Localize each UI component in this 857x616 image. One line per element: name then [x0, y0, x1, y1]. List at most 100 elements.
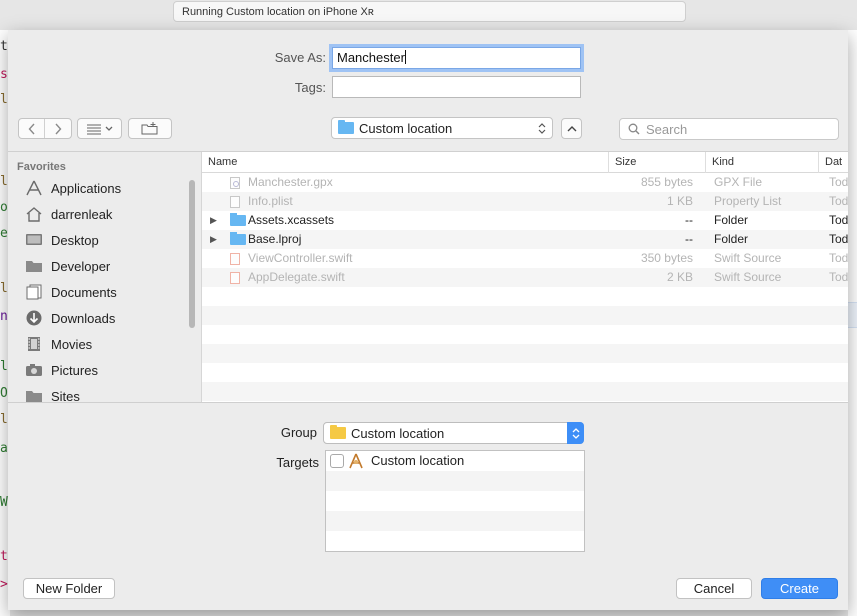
target-label: Custom location — [371, 453, 465, 468]
file-name: ViewController.swift — [248, 251, 353, 265]
targets-list: Custom location — [325, 450, 585, 552]
sidebar-item-label: darrenleak — [51, 206, 113, 222]
view-options-button[interactable] — [77, 118, 122, 139]
code-fragment: W — [0, 495, 8, 510]
gpx-file-icon — [230, 177, 240, 189]
folder-icon — [24, 388, 44, 402]
file-list: Name Size Kind Dat Manchester.gpx 855 by… — [201, 152, 848, 402]
background-titlebar: Running Custom location on iPhone Xʀ — [0, 0, 857, 30]
sidebar-item-home[interactable]: darrenleak — [24, 201, 112, 227]
run-status-bar: Running Custom location on iPhone Xʀ — [173, 1, 686, 22]
folder-icon — [24, 258, 44, 274]
sidebar-item-applications[interactable]: Applications — [24, 175, 121, 201]
file-row[interactable]: Manchester.gpx 855 bytes GPX File Tod — [202, 173, 848, 192]
file-row[interactable]: AppDelegate.swift 2 KB Swift Source Tod — [202, 268, 848, 287]
file-date: Tod — [829, 270, 848, 284]
file-date: Tod — [829, 194, 848, 208]
sidebar-scrollbar[interactable] — [189, 180, 195, 328]
folder-icon — [230, 213, 246, 226]
home-icon — [24, 206, 44, 222]
cancel-button[interactable]: Cancel — [676, 578, 752, 599]
location-popup[interactable]: Custom location — [331, 117, 553, 139]
back-icon[interactable] — [19, 119, 46, 138]
file-name: Assets.xcassets — [248, 213, 335, 227]
file-row[interactable]: ViewController.swift 350 bytes Swift Sou… — [202, 249, 848, 268]
sidebar-item-desktop[interactable]: Desktop — [24, 227, 99, 253]
new-folder-button[interactable]: New Folder — [23, 578, 115, 599]
sidebar-item-sites[interactable]: Sites — [24, 383, 80, 402]
code-fragment: n — [0, 309, 8, 324]
file-row[interactable]: ▶ Assets.xcassets -- Folder Tod — [202, 211, 848, 230]
file-kind: GPX File — [714, 175, 763, 189]
empty-row — [202, 382, 848, 401]
sidebar-item-downloads[interactable]: Downloads — [24, 305, 115, 331]
code-fragment: e — [0, 226, 8, 241]
disclosure-triangle-icon[interactable]: ▶ — [210, 211, 217, 230]
forward-icon[interactable] — [45, 119, 71, 138]
file-name: Manchester.gpx — [248, 175, 333, 189]
create-button[interactable]: Create — [761, 578, 838, 599]
file-date: Tod — [829, 175, 848, 189]
empty-row — [326, 491, 584, 511]
file-date: Tod — [829, 232, 848, 246]
sidebar-item-movies[interactable]: Movies — [24, 331, 92, 357]
search-placeholder: Search — [646, 121, 688, 137]
empty-row — [202, 306, 848, 325]
file-size: 350 bytes — [640, 251, 693, 265]
file-name: AppDelegate.swift — [248, 270, 345, 284]
downloads-icon — [24, 310, 44, 326]
column-header-name[interactable]: Name — [202, 152, 608, 173]
sidebar-item-developer[interactable]: Developer — [24, 253, 110, 279]
documents-icon — [24, 284, 44, 300]
file-row[interactable]: Info.plist 1 KB Property List Tod — [202, 192, 848, 211]
file-size: 1 KB — [666, 194, 693, 208]
disclosure-triangle-icon[interactable]: ▶ — [210, 230, 217, 249]
background-editor-right — [848, 30, 857, 616]
code-fragment: > — [0, 577, 8, 592]
save-as-field[interactable]: Manchester — [332, 47, 581, 69]
back-forward-control — [18, 118, 72, 139]
text-caret — [404, 50, 406, 64]
file-date: Tod — [829, 251, 848, 265]
file-kind: Swift Source — [714, 251, 782, 265]
expand-collapse-button[interactable] — [561, 118, 582, 139]
group-popup-label: Custom location — [351, 425, 445, 441]
file-row[interactable]: ▶ Base.lproj -- Folder Tod — [202, 230, 848, 249]
search-icon — [628, 123, 640, 135]
new-folder-icon — [141, 122, 158, 135]
plist-file-icon — [230, 196, 240, 208]
save-as-value: Manchester — [337, 50, 405, 65]
sidebar-heading: Favorites — [17, 161, 66, 173]
tags-field[interactable] — [332, 76, 581, 98]
folder-icon — [338, 120, 354, 134]
group-popup[interactable]: Custom location — [323, 422, 584, 444]
chevron-up-icon — [567, 125, 576, 131]
new-folder-toolbar-button[interactable] — [128, 118, 172, 139]
empty-row — [326, 511, 584, 531]
empty-row — [202, 287, 848, 306]
sidebar-item-label: Desktop — [51, 232, 99, 248]
column-header-date[interactable]: Dat — [818, 152, 848, 173]
chevron-updown-icon — [567, 422, 584, 444]
swift-file-icon — [230, 272, 240, 284]
sidebar-item-pictures[interactable]: Pictures — [24, 357, 98, 383]
tags-label: Tags: — [294, 80, 326, 95]
sidebar-item-label: Pictures — [51, 362, 98, 378]
save-sheet: Save As: Manchester Tags: Custom locatio… — [8, 30, 848, 610]
target-checkbox[interactable] — [330, 454, 344, 468]
search-field[interactable]: Search — [619, 118, 839, 140]
location-popup-label: Custom location — [359, 120, 453, 136]
column-header-size[interactable]: Size — [608, 152, 705, 173]
target-row[interactable]: Custom location — [326, 451, 584, 471]
file-size: -- — [685, 232, 693, 246]
file-name: Base.lproj — [248, 232, 302, 246]
sidebar-item-documents[interactable]: Documents — [24, 279, 117, 305]
sidebar-item-label: Applications — [51, 180, 122, 196]
swift-file-icon — [230, 253, 240, 265]
file-date: Tod — [829, 213, 848, 227]
file-kind: Folder — [714, 232, 749, 246]
column-header-kind[interactable]: Kind — [705, 152, 818, 173]
sidebar-item-label: Sites — [51, 388, 80, 403]
empty-row — [202, 363, 848, 382]
code-fragment: t — [0, 549, 8, 564]
